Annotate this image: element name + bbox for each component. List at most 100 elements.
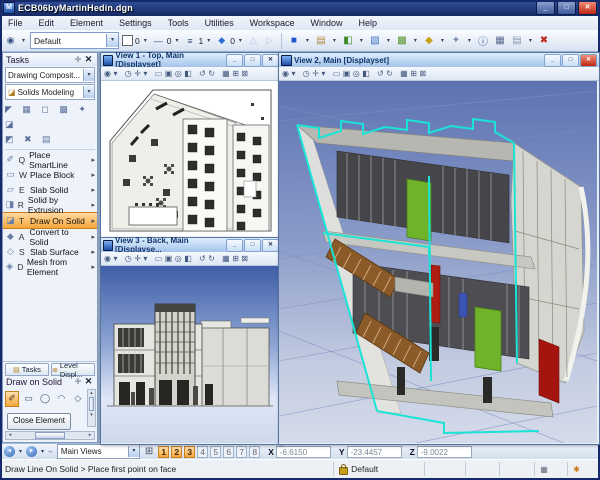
saved-views-icon[interactable]: ✦ xyxy=(449,35,463,46)
x-coord-field[interactable]: -6.6150 xyxy=(276,446,331,458)
menu-window[interactable]: Window xyxy=(302,16,350,30)
view-toggle-8[interactable]: 8 xyxy=(249,446,260,458)
draw-rectangle-on-solid-icon[interactable]: ▭ xyxy=(21,391,35,407)
menu-settings[interactable]: Settings xyxy=(111,16,160,30)
close-element-button[interactable]: Close Element xyxy=(7,413,71,430)
maximize-icon[interactable]: □ xyxy=(244,54,261,67)
chevron-down-icon[interactable]: ▾ xyxy=(527,37,534,44)
iso-3d-model[interactable] xyxy=(279,81,597,443)
menu-edit[interactable]: Edit xyxy=(31,16,63,30)
view3-titlebar[interactable]: View 3 - Back, Main [Displayse... _ □ ✕ xyxy=(101,238,281,252)
accudraw-icon[interactable]: ▦ xyxy=(493,35,507,46)
tool-settings-hscrollbar[interactable]: ◂▸ xyxy=(5,431,95,440)
z-coord-field[interactable]: -9.0022 xyxy=(417,446,472,458)
view-toggle-5[interactable]: 5 xyxy=(210,446,221,458)
task-tools-row-1[interactable]: ◤ ▦ ◻ ▩ ✦ ◪ xyxy=(5,102,95,132)
scroll-right-icon[interactable]: ▸ xyxy=(86,432,94,439)
view-group-combo[interactable]: Main Views ▾ xyxy=(57,444,140,459)
close-icon[interactable]: ✕ xyxy=(262,54,279,67)
level-manager-icon[interactable]: ▤ xyxy=(314,35,328,46)
element-template-dropdown-icon[interactable]: ▾ xyxy=(20,37,27,44)
minimize-icon[interactable]: _ xyxy=(226,239,243,252)
view2-toolbar[interactable]: ◉▾ ◷✛▾ ▭▣◎◧ ↺↻ ▦⊞⊠ xyxy=(279,67,599,81)
manage-view-groups-icon[interactable]: ⊞ xyxy=(145,446,153,457)
draw-circle-on-solid-icon[interactable]: ◯ xyxy=(38,391,52,407)
scroll-left-icon[interactable]: ◂ xyxy=(6,432,14,439)
task-solid-by-extrusion[interactable]: ◨ R Solid by Extrusion ▸ xyxy=(3,197,97,212)
key-in-icon[interactable]: ▤ xyxy=(510,35,524,46)
active-transparency-control[interactable]: ◆ 0 ▾ xyxy=(215,35,244,46)
menu-help[interactable]: Help xyxy=(351,16,386,30)
status-cell[interactable] xyxy=(424,462,465,476)
chevron-down-icon[interactable]: ▾ xyxy=(331,37,338,44)
close-icon[interactable]: ✕ xyxy=(580,54,597,67)
task-place-smartline[interactable]: ✐ Q Place SmartLine ▸ xyxy=(3,152,97,167)
level-display-icon[interactable]: ◧ xyxy=(341,35,355,46)
close-button[interactable]: ✕ xyxy=(578,1,597,15)
scrollbar-thumb[interactable] xyxy=(35,432,65,439)
forward-icon[interactable]: ▸ xyxy=(26,446,37,457)
chevron-down-icon[interactable]: ▾ xyxy=(83,86,94,98)
maximize-icon[interactable]: □ xyxy=(244,239,261,252)
view1-toolbar[interactable]: ◉▾ ◷✛▾ ▭▣◎◧ ↺↻ ▦⊞⊠ xyxy=(101,67,281,81)
pin-icon[interactable]: ✛ xyxy=(73,377,83,386)
draw-arc-on-solid-icon[interactable]: ◠ xyxy=(54,391,68,407)
active-level-combo[interactable]: Default ▾ xyxy=(30,32,119,49)
design-history-icon[interactable]: ✱ xyxy=(573,465,580,474)
point-clouds-icon[interactable]: ◆ xyxy=(422,35,436,46)
y-coord-field[interactable]: -23.4457 xyxy=(347,446,402,458)
close-icon[interactable]: ✕ xyxy=(83,54,94,65)
view-toggle-2[interactable]: 2 xyxy=(171,446,182,458)
close-icon[interactable]: ✕ xyxy=(262,239,279,252)
status-cell[interactable] xyxy=(499,462,534,476)
view-window-toolbar-icons[interactable]: ◉▾ ◷✛▾ ▭▣◎◧ ↺↻ ▦⊞⊠ xyxy=(282,69,429,78)
view2-canvas[interactable] xyxy=(279,81,599,444)
chevron-down-icon[interactable]: ▾ xyxy=(466,37,473,44)
chevron-down-icon[interactable]: ▾ xyxy=(304,37,311,44)
chevron-down-icon[interactable]: ▾ xyxy=(83,69,94,81)
view-window-toolbar-icons[interactable]: ◉▾ ◷✛▾ ▭▣◎◧ ↺↻ ▦⊞⊠ xyxy=(104,69,251,78)
menu-utilities[interactable]: Utilities xyxy=(197,16,242,30)
active-line-weight-control[interactable]: ≡ 1 ▾ xyxy=(183,36,212,46)
elevation-drawing[interactable] xyxy=(101,266,279,443)
view3-toolbar[interactable]: ◉▾ ◷✛▾ ▭▣◎◧ ↺↻ ▦⊞⊠ xyxy=(101,252,281,266)
chevron-down-icon[interactable]: ▾ xyxy=(237,37,244,44)
view-toggle-4[interactable]: 4 xyxy=(197,446,208,458)
chevron-down-icon[interactable]: ▾ xyxy=(128,446,139,457)
chevron-down-icon[interactable]: ▾ xyxy=(439,37,446,44)
task-mesh-from-element[interactable]: ◈ D Mesh from Element ▸ xyxy=(3,259,97,274)
back-icon[interactable]: ◂ xyxy=(4,446,15,457)
workflow-dropdown[interactable]: Drawing Composit... ▾ xyxy=(5,67,95,83)
popset-icon[interactable]: ✖ xyxy=(537,35,551,46)
tool-settings-scrollbar[interactable]: ▴▾ xyxy=(87,389,96,427)
view-window-toolbar-icons[interactable]: ◉▾ ◷✛▾ ▭▣◎◧ ↺↻ ▦⊞⊠ xyxy=(104,254,251,263)
chevron-down-icon[interactable]: ▾ xyxy=(17,448,24,455)
pin-icon[interactable]: ✛ xyxy=(73,55,83,64)
design-history-cell[interactable]: ✱ xyxy=(567,462,600,476)
chevron-down-icon[interactable]: ▾ xyxy=(205,37,212,44)
view3-canvas[interactable] xyxy=(101,266,281,444)
draw-line-on-solid-icon[interactable]: ✐ xyxy=(5,391,19,407)
view2-titlebar[interactable]: View 2, Main [Displayset] _ □ ✕ xyxy=(279,53,599,67)
menu-element[interactable]: Element xyxy=(62,16,111,30)
raster-manager-icon[interactable]: ▩ xyxy=(395,35,409,46)
menu-tools[interactable]: Tools xyxy=(160,16,197,30)
view-toggle-1[interactable]: 1 xyxy=(158,446,169,458)
active-color-control[interactable]: 0 ▾ xyxy=(122,35,149,46)
maximize-button[interactable]: □ xyxy=(557,1,576,15)
chevron-down-icon[interactable]: ▾ xyxy=(173,37,180,44)
menu-file[interactable]: File xyxy=(0,16,31,30)
task-tools-row-2[interactable]: ◩ ✖ ▤ xyxy=(5,132,95,147)
snap-mode-cell[interactable]: ▦ xyxy=(534,462,567,476)
draw-shape-on-solid-icon[interactable]: ◇ xyxy=(71,391,85,407)
view-toggle-6[interactable]: 6 xyxy=(223,446,234,458)
maximize-icon[interactable]: □ xyxy=(562,54,579,67)
snap-mode-icon[interactable]: ▦ xyxy=(540,465,548,474)
chevron-down-icon[interactable]: ▾ xyxy=(358,37,365,44)
view-toggle-3[interactable]: 3 xyxy=(184,446,195,458)
history-icon[interactable]: ⌁ xyxy=(48,447,53,456)
active-line-style-control[interactable]: — 0 ▾ xyxy=(152,36,181,46)
view1-canvas[interactable] xyxy=(101,81,281,241)
element-info-icon[interactable]: ⓘ xyxy=(476,33,490,48)
plan-drawing[interactable] xyxy=(101,81,279,239)
